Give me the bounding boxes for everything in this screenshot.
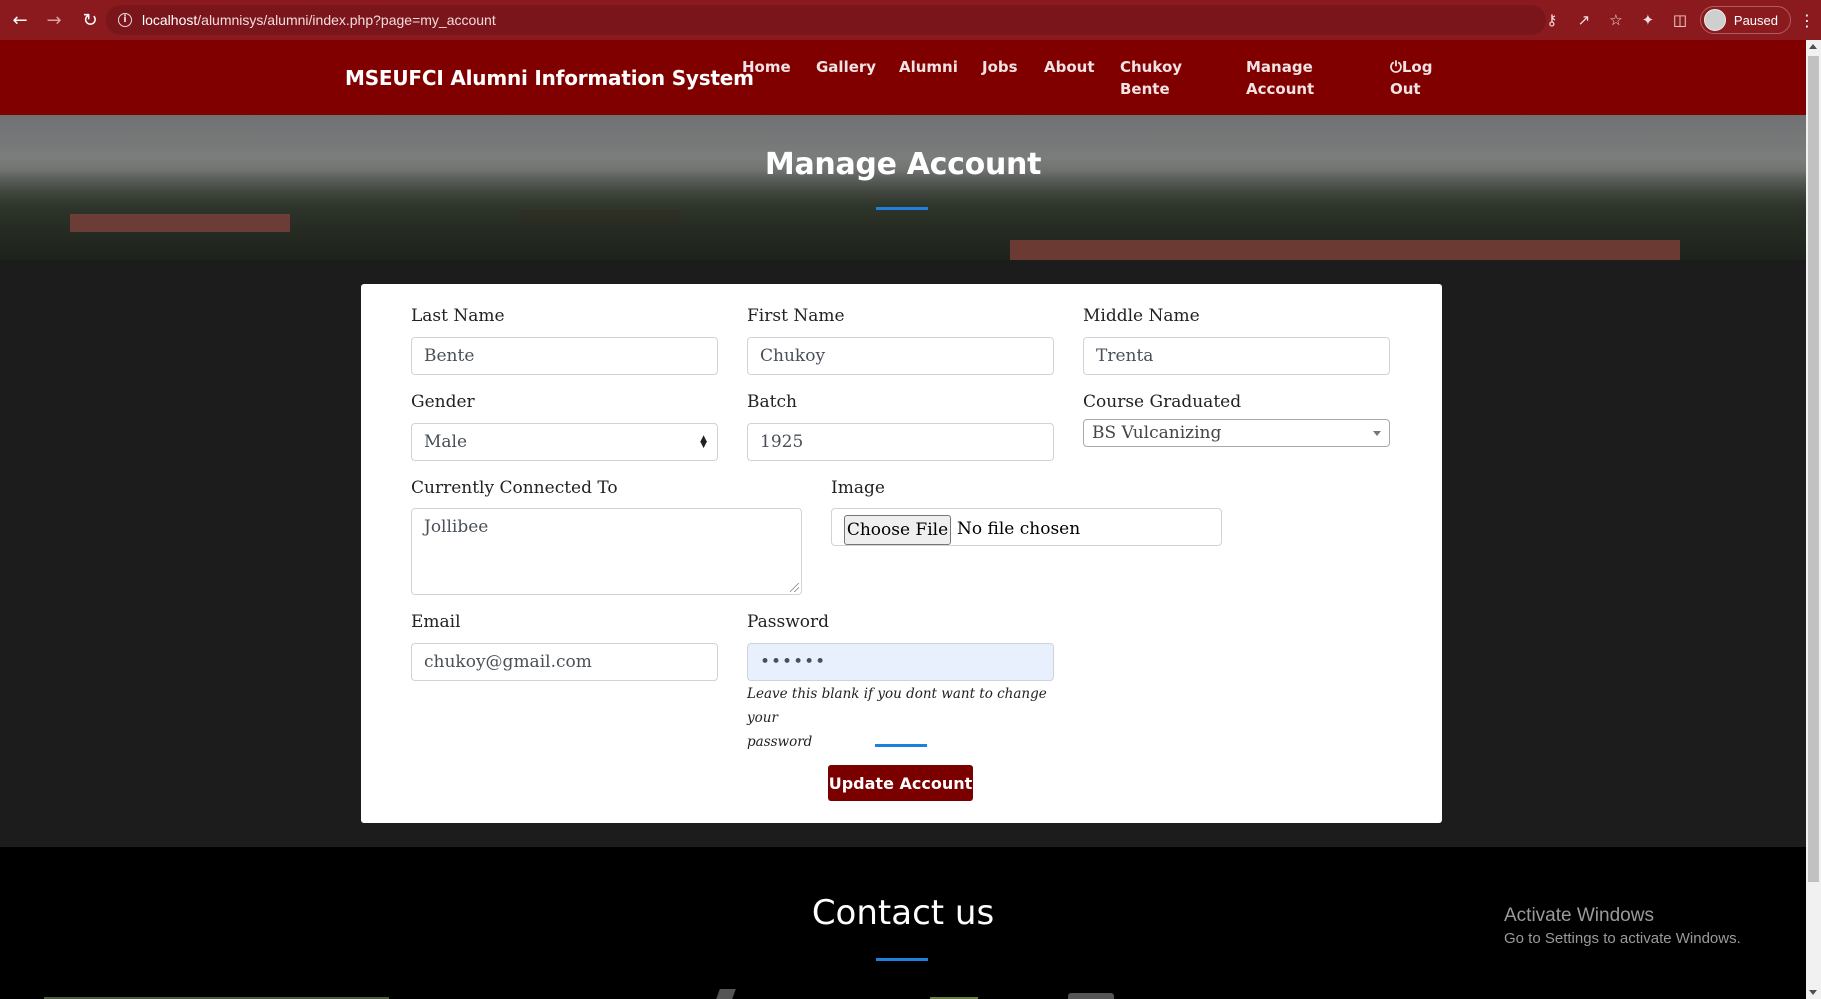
- address-bar[interactable]: i localhost/alumnisys/alumni/index.php?p…: [106, 5, 1546, 35]
- image-label: Image: [831, 478, 885, 498]
- browser-menu-icon[interactable]: ⋮: [1797, 11, 1817, 30]
- first-name-label: First Name: [747, 306, 845, 326]
- activate-title: Activate Windows: [1504, 905, 1654, 926]
- nav-gallery[interactable]: Gallery: [816, 56, 876, 78]
- connected-to-label: Currently Connected To: [411, 478, 618, 498]
- key-icon[interactable]: ⚷: [1536, 6, 1568, 34]
- course-select[interactable]: BS Vulcanizing: [1083, 419, 1390, 447]
- last-name-input[interactable]: Bente: [411, 337, 718, 375]
- scroll-down-arrow-icon[interactable]: [1809, 990, 1817, 995]
- browser-toolbar: ← → ↻ i localhost/alumnisys/alumni/index…: [0, 0, 1821, 40]
- nav-manage-line2: Account: [1246, 80, 1315, 98]
- activate-subtitle: Go to Settings to activate Windows.: [1504, 930, 1741, 947]
- update-account-button[interactable]: Update Account: [828, 765, 973, 801]
- nav-about[interactable]: About: [1044, 56, 1095, 78]
- avatar: [1703, 9, 1726, 31]
- nav-user-line1: Chukoy: [1120, 58, 1183, 76]
- site-brand[interactable]: MSEUFCI Alumni Information System: [345, 66, 754, 90]
- choose-file-button[interactable]: Choose File: [844, 515, 951, 545]
- power-icon: ⏻: [1390, 58, 1402, 76]
- last-name-label: Last Name: [411, 306, 505, 326]
- nav-logout-line1: Log: [1401, 58, 1433, 76]
- activate-windows-watermark: Activate Windows Go to Settings to activ…: [1504, 905, 1741, 947]
- contact-divider: [876, 958, 928, 961]
- dropdown-arrow-icon: [1373, 431, 1381, 436]
- course-value: BS Vulcanizing: [1092, 423, 1222, 443]
- gender-label: Gender: [411, 392, 475, 412]
- connected-to-textarea[interactable]: Jollibee: [411, 508, 802, 595]
- nav-user-line2: Bente: [1120, 80, 1170, 98]
- bookmark-star-icon[interactable]: ☆: [1600, 6, 1632, 34]
- image-file-input[interactable]: Choose File No file chosen: [831, 508, 1222, 546]
- page-title: Manage Account: [764, 147, 1042, 182]
- nav-manage-line1: Manage: [1246, 58, 1313, 76]
- batch-label: Batch: [747, 392, 797, 412]
- page-scrollbar[interactable]: [1806, 40, 1821, 999]
- middle-name-input[interactable]: Trenta: [1083, 337, 1390, 375]
- profile-status: Paused: [1733, 12, 1778, 28]
- footer-decoration: [716, 989, 736, 999]
- connected-to-value: Jollibee: [424, 517, 489, 537]
- nav-logout[interactable]: ⏻Log Out: [1390, 56, 1432, 100]
- gender-select[interactable]: Male ▲ ▼: [411, 423, 718, 461]
- nav-user-profile[interactable]: Chukoy Bente: [1120, 56, 1182, 100]
- account-form-card: Last Name Bente First Name Chukoy Middle…: [361, 284, 1442, 823]
- password-label: Password: [747, 612, 830, 632]
- scrollbar-thumb[interactable]: [1808, 56, 1819, 882]
- password-input[interactable]: ••••••: [747, 643, 1054, 681]
- reload-icon[interactable]: ↻: [76, 6, 104, 34]
- profile-button[interactable]: Paused: [1699, 6, 1791, 34]
- forward-arrow-icon[interactable]: →: [40, 6, 68, 34]
- nav-alumni[interactable]: Alumni: [899, 56, 958, 78]
- email-label: Email: [411, 612, 461, 632]
- middle-name-label: Middle Name: [1083, 306, 1200, 326]
- share-icon[interactable]: ↗: [1568, 6, 1600, 34]
- nav-logout-line2: Out: [1390, 80, 1421, 98]
- extensions-puzzle-icon[interactable]: ✦: [1632, 6, 1664, 34]
- nav-home[interactable]: Home: [742, 56, 791, 78]
- gender-value: Male: [424, 432, 468, 452]
- nav-manage-account[interactable]: Manage Account: [1246, 56, 1314, 100]
- resize-handle-icon[interactable]: [790, 583, 799, 592]
- side-panel-icon[interactable]: ◫: [1664, 6, 1696, 34]
- password-hint-line1: Leave this blank if you dont want to cha…: [747, 686, 1047, 726]
- background-roof: [70, 214, 290, 232]
- url-text[interactable]: localhost/alumnisys/alumni/index.php?pag…: [142, 12, 496, 28]
- nav-jobs[interactable]: Jobs: [982, 56, 1018, 78]
- back-arrow-icon[interactable]: ←: [6, 6, 34, 34]
- footer-decoration: [1068, 993, 1114, 999]
- site-navbar: MSEUFCI Alumni Information System Home G…: [0, 40, 1806, 115]
- select-arrows-icon: ▲ ▼: [700, 434, 707, 450]
- scroll-up-arrow-icon[interactable]: [1809, 44, 1817, 49]
- background-roof: [1010, 240, 1680, 260]
- batch-input[interactable]: 1925: [747, 423, 1054, 461]
- password-hint-line2: password: [747, 734, 813, 750]
- masthead: Manage Account: [0, 115, 1806, 260]
- first-name-input[interactable]: Chukoy: [747, 337, 1054, 375]
- site-info-icon[interactable]: i: [118, 13, 132, 27]
- title-divider: [876, 207, 928, 210]
- file-status: No file chosen: [957, 519, 1081, 539]
- course-label: Course Graduated: [1083, 392, 1242, 412]
- email-input[interactable]: chukoy@gmail.com: [411, 643, 718, 681]
- form-divider: [875, 744, 927, 747]
